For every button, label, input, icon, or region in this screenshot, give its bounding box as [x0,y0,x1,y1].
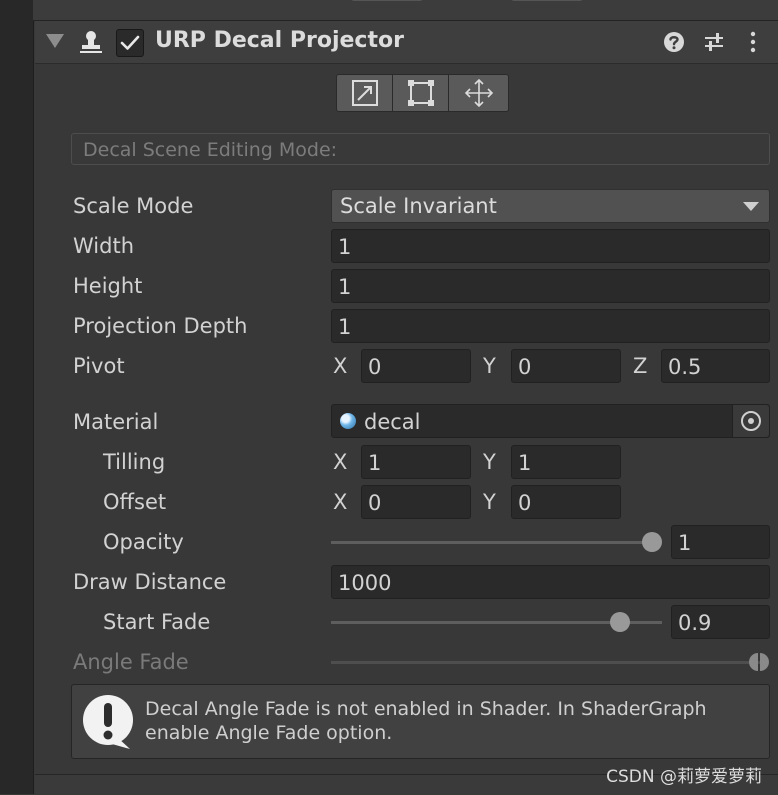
offset-y-field[interactable]: 0 [511,485,621,519]
pivot-x-label: X [333,354,348,378]
angle-fade-label: Angle Fade [73,650,189,674]
material-sphere-icon [340,413,356,429]
opacity-slider-thumb[interactable] [642,532,662,552]
pivot-y-field[interactable]: 0 [511,349,621,383]
checkbox-check-icon [120,35,140,50]
opacity-slider-track[interactable] [331,541,652,544]
pivot-z-field[interactable]: 0.5 [661,349,770,383]
projection-depth-field[interactable]: 1 [331,309,770,343]
help-icon[interactable] [663,31,685,53]
opacity-label: Opacity [103,530,184,554]
foldout-arrow-icon[interactable] [46,34,64,48]
start-fade-slider-thumb[interactable] [609,612,630,632]
preset-sliders-icon[interactable] [703,31,725,53]
offset-label: Offset [103,490,167,514]
angle-fade-help-box: Decal Angle Fade is not enabled in Shade… [71,684,770,759]
edit-uv-pivot-button[interactable] [336,74,393,112]
scale-mode-label: Scale Mode [73,194,194,218]
kebab-menu-icon[interactable] [747,31,759,53]
tilling-y-label: Y [483,450,496,474]
tilling-x-label: X [333,450,348,474]
watermark: CSDN @莉萝爱萝莉 [606,767,762,787]
pivot-x-field[interactable]: 0 [361,349,471,383]
previous-field-edge [511,0,583,1]
help-box-text: Decal Angle Fade is not enabled in Shade… [145,698,707,744]
scale-mode-value: Scale Invariant [340,194,497,218]
offset-x-label: X [333,490,348,514]
scale-mode-dropdown[interactable]: Scale Invariant [331,189,770,223]
start-fade-field[interactable]: 0.9 [671,605,770,639]
component-title: URP Decal Projector [155,28,404,53]
offset-y-label: Y [483,490,496,514]
pivot-y-label: Y [483,354,496,378]
width-field[interactable]: 1 [331,229,770,263]
decal-scene-editing-mode-label: Decal Scene Editing Mode: [71,133,770,165]
tilling-y-field[interactable]: 1 [511,445,621,479]
tilling-label: Tilling [103,450,166,474]
draw-distance-field[interactable]: 1000 [331,565,770,599]
edit-bounds-icon [407,80,434,106]
left-panel-strip [0,0,34,794]
offset-x-field[interactable]: 0 [361,485,471,519]
move-pivot-button[interactable] [448,74,509,112]
width-label: Width [73,234,135,258]
material-name: decal [364,410,421,434]
draw-distance-label: Draw Distance [73,570,227,594]
previous-component-row [33,0,778,21]
projection-depth-label: Projection Depth [73,314,248,338]
decal-projector-icon [80,31,102,53]
component-enabled-checkbox[interactable] [116,29,144,57]
object-picker-button[interactable] [732,405,769,437]
height-label: Height [73,274,143,298]
material-object-field[interactable]: decal [331,404,770,438]
pivot-z-label: Z [633,354,648,378]
edit-uv-pivot-icon [351,80,378,106]
angle-fade-minmax-track[interactable] [331,661,760,664]
tilling-x-field[interactable]: 1 [361,445,471,479]
move-pivot-icon [464,78,493,108]
object-picker-target-icon [741,411,761,431]
height-field[interactable]: 1 [331,269,770,303]
pivot-label: Pivot [73,354,125,378]
start-fade-label: Start Fade [103,610,211,634]
warning-exclamation-icon [83,695,133,749]
edit-bounds-button[interactable] [392,74,449,112]
angle-fade-minmax-thumbs[interactable] [746,652,772,672]
chevron-down-icon [743,202,759,211]
material-label: Material [73,410,159,434]
opacity-field[interactable]: 1 [671,525,770,559]
previous-field-edge [351,0,423,1]
